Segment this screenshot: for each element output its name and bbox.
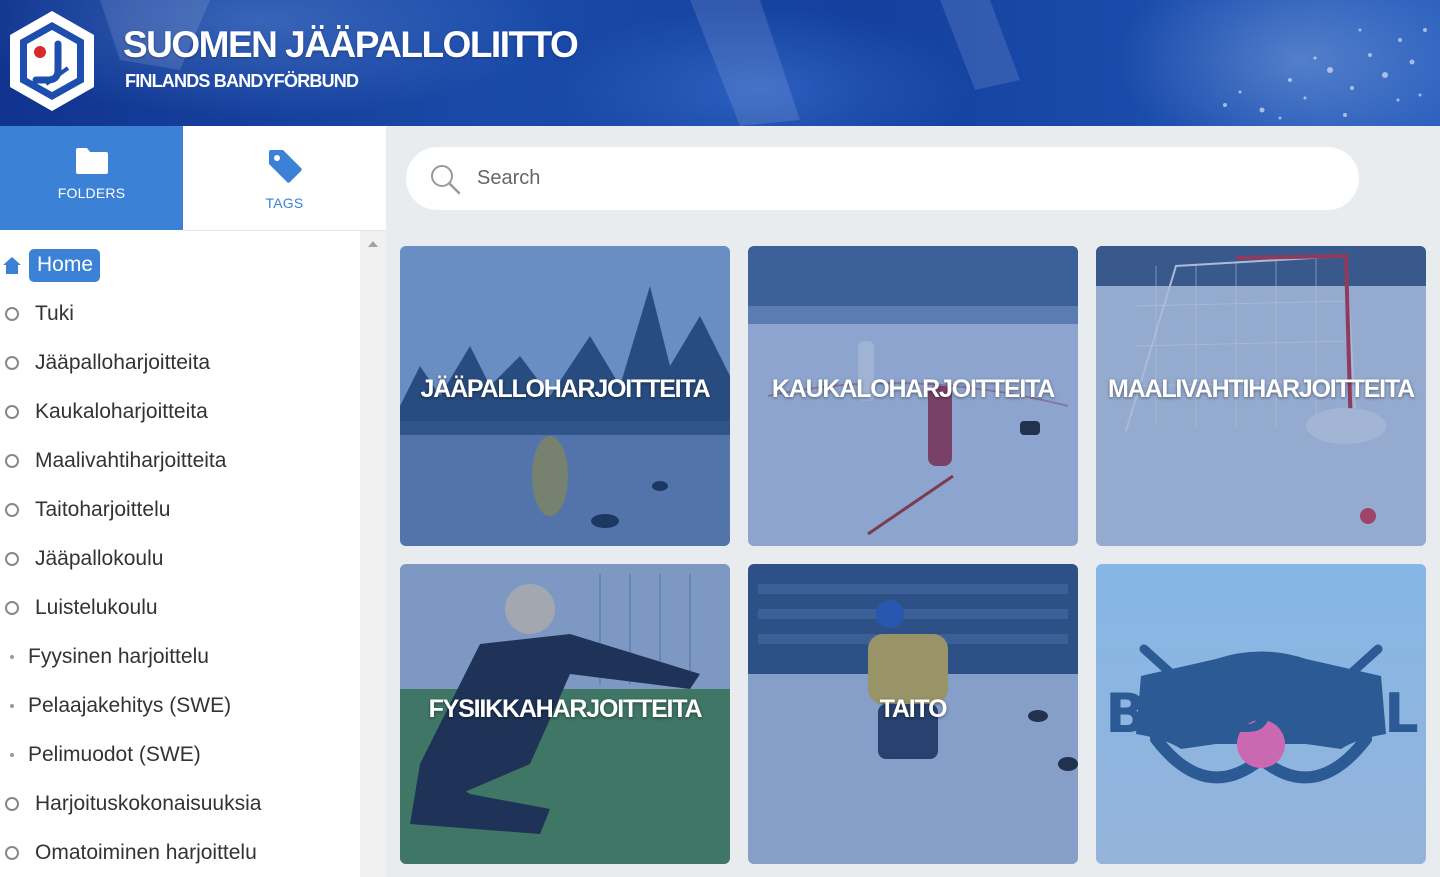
- tree-item-label: Harjoituskokonaisuuksia: [35, 792, 262, 815]
- brand-title: SUOMEN JÄÄPALLOLIITTO: [123, 24, 579, 65]
- folder-node-icon: [5, 601, 19, 615]
- leaf-node-icon: [10, 704, 14, 708]
- search-icon: [431, 164, 461, 194]
- folder-node-icon: [5, 307, 19, 321]
- tile-taito[interactable]: TAITO: [748, 564, 1078, 864]
- tile-label: JÄÄPALLOHARJOITTEITA: [420, 375, 711, 403]
- tree-item-label: Maalivahtiharjoitteita: [35, 449, 227, 472]
- tree-item-maalivahtiharjoitteita[interactable]: Maalivahtiharjoitteita: [0, 443, 226, 479]
- tile-bandykul[interactable]: BANDYKUL: [1096, 564, 1426, 864]
- tile-label: MAALIVAHTIHARJOITTEITA: [1108, 375, 1415, 403]
- search-input[interactable]: [475, 166, 1299, 191]
- tab-tags-label: TAGS: [265, 195, 304, 211]
- sidebar: FOLDERS TAGS Home Tuki Jääpalloharjoitte…: [0, 126, 386, 877]
- folder-node-icon: [5, 797, 19, 811]
- tree-item-omatoiminen-harjoittelu[interactable]: Omatoiminen harjoittelu: [0, 835, 257, 871]
- folder-node-icon: [5, 552, 19, 566]
- tree-item-label: Omatoiminen harjoittelu: [35, 841, 257, 864]
- bandy-federation-logo[interactable]: [6, 8, 98, 114]
- tree-item-label: Pelimuodot (SWE): [28, 743, 201, 766]
- leaf-node-icon: [10, 753, 14, 757]
- tile-maalivahtiharjoitteita[interactable]: MAALIVAHTIHARJOITTEITA: [1096, 246, 1426, 546]
- tile-label: TAITO: [879, 695, 948, 723]
- folder-node-icon: [5, 405, 19, 419]
- folder-tree: Home Tuki Jääpalloharjoitteita Kaukaloha…: [0, 231, 360, 877]
- tree-item-luistelukoulu[interactable]: Luistelukoulu: [0, 590, 158, 626]
- tree-item-label: Tuki: [35, 302, 74, 325]
- sidebar-scrollbar[interactable]: [360, 231, 386, 877]
- folder-node-icon: [5, 846, 19, 860]
- tree-item-harjoituskokonaisuuksia[interactable]: Harjoituskokonaisuuksia: [0, 786, 261, 822]
- tree-item-label: Jääpalloharjoitteita: [35, 351, 211, 374]
- tree-item-label: Luistelukoulu: [35, 596, 158, 619]
- tree-item-tuki[interactable]: Tuki: [0, 296, 74, 332]
- tree-item-home[interactable]: Home: [0, 247, 101, 283]
- home-icon: [3, 256, 21, 274]
- tree-item-jaapallokoulu[interactable]: Jääpallokoulu: [0, 541, 163, 577]
- tile-kaukaloharjoitteita[interactable]: KAUKALOHARJOITTEITA: [748, 246, 1078, 546]
- tile-label: FYSIIKKAHARJOITTEITA: [428, 695, 703, 723]
- leaf-node-icon: [10, 655, 14, 659]
- search-bar[interactable]: [406, 147, 1359, 210]
- tile-jaapalloharjoitteita[interactable]: JÄÄPALLOHARJOITTEITA: [400, 246, 730, 546]
- tree-item-label: Jääpallokoulu: [35, 547, 164, 570]
- tree-item-pelaajakehitys[interactable]: Pelaajakehitys (SWE): [0, 688, 231, 724]
- tree-item-taitoharjoittelu[interactable]: Taitoharjoittelu: [0, 492, 170, 528]
- tab-folders[interactable]: FOLDERS: [0, 126, 183, 230]
- tree-item-label: Taitoharjoittelu: [35, 498, 171, 521]
- tab-folders-label: FOLDERS: [57, 185, 126, 201]
- tile-fysiikkaharjoitteita[interactable]: FYSIIKKAHARJOITTEITA: [400, 564, 730, 864]
- tree-item-label: Kaukaloharjoitteita: [35, 400, 208, 423]
- tree-item-kaukaloharjoitteita[interactable]: Kaukaloharjoitteita: [0, 394, 208, 430]
- bandykul-wordmark: BANDYKUL: [1105, 682, 1418, 745]
- tree-item-jaapalloharjoitteita[interactable]: Jääpalloharjoitteita: [0, 345, 210, 381]
- site-header: SUOMEN JÄÄPALLOLIITTO FINLANDS BANDYFÖRB…: [0, 0, 1440, 126]
- tab-tags[interactable]: TAGS: [183, 126, 386, 231]
- tree-item-pelimuodot[interactable]: Pelimuodot (SWE): [0, 737, 201, 773]
- tag-icon: [268, 150, 302, 183]
- tree-item-fyysinen-harjoittelu[interactable]: Fyysinen harjoittelu: [0, 639, 209, 675]
- tree-item-label: Fyysinen harjoittelu: [28, 645, 209, 668]
- home-label: Home: [29, 248, 101, 282]
- brand-subtitle: FINLANDS BANDYFÖRBUND: [125, 71, 359, 91]
- scroll-up-arrow-icon[interactable]: [368, 241, 378, 247]
- folder-icon: [75, 148, 108, 174]
- tile-label: KAUKALOHARJOITTEITA: [771, 375, 1055, 403]
- folder-node-icon: [5, 503, 19, 517]
- tree-item-label: Pelaajakehitys (SWE): [28, 694, 232, 717]
- folder-node-icon: [5, 454, 19, 468]
- folder-node-icon: [5, 356, 19, 370]
